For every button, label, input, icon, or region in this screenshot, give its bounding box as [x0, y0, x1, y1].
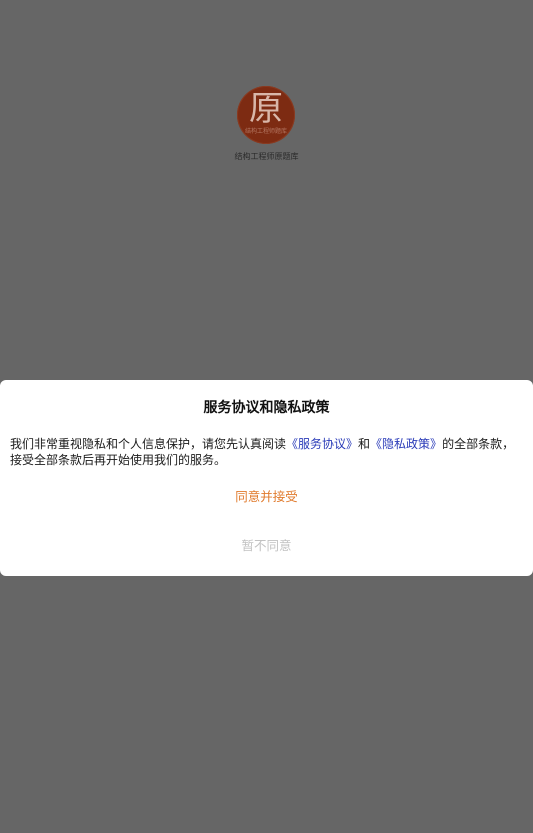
app-name: 结构工程师原题库 — [234, 152, 299, 161]
disagree-button[interactable]: 暂不同意 — [0, 537, 533, 555]
agree-button[interactable]: 同意并接受 — [0, 488, 533, 506]
dialog-body: 我们非常重视隐私和个人信息保护，请您先认真阅读《服务协议》和《隐私政策》的全部条… — [10, 436, 517, 468]
privacy-dialog: 服务协议和隐私政策 我们非常重视隐私和个人信息保护，请您先认真阅读《服务协议》和… — [0, 380, 533, 576]
app-logo: 原 结构工程师题库 — [237, 86, 295, 144]
body-text-and: 和 — [358, 437, 371, 451]
privacy-policy-link[interactable]: 《隐私政策》 — [370, 437, 442, 451]
body-text-part1: 我们非常重视隐私和个人信息保护，请您先认真阅读 — [10, 437, 287, 451]
logo-subtitle: 结构工程师题库 — [244, 128, 287, 135]
dialog-title: 服务协议和隐私政策 — [203, 400, 330, 416]
service-agreement-link[interactable]: 《服务协议》 — [286, 437, 358, 451]
logo-char: 原 — [249, 89, 283, 129]
